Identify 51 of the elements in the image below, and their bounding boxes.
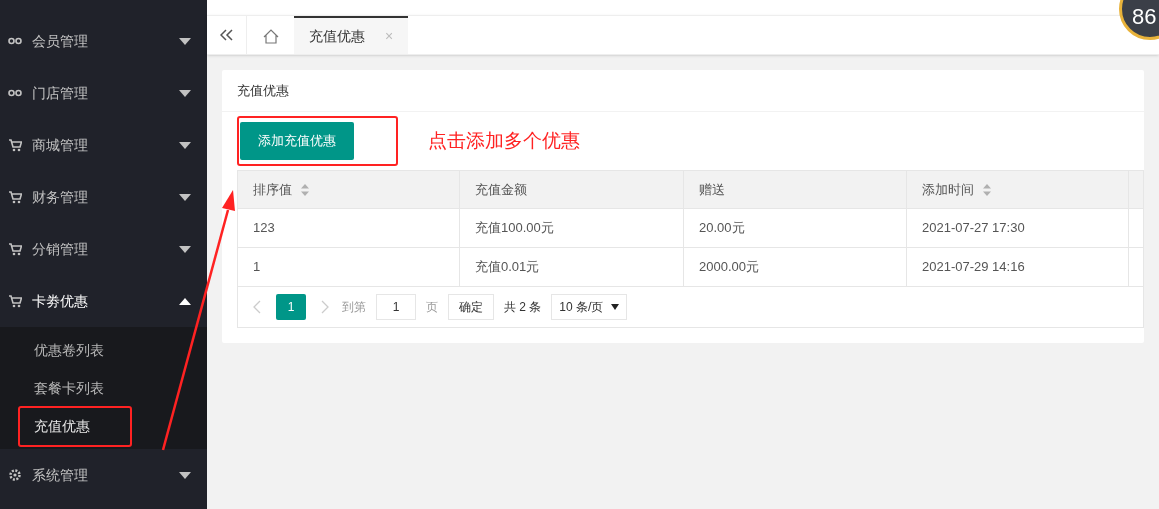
- sidebar-menu-item[interactable]: 商城管理: [0, 119, 207, 171]
- cart-icon: [8, 242, 22, 256]
- table-cell-text: 1: [253, 258, 261, 277]
- column-header[interactable]: 添加时间: [907, 171, 1129, 208]
- double-chevron-icon: [219, 29, 234, 41]
- sort-icon[interactable]: [982, 183, 992, 196]
- page-unit-label: 页: [426, 299, 438, 316]
- table-cell-text: 充值100.00元: [475, 219, 554, 238]
- caret-icon: [179, 37, 191, 45]
- confirm-button[interactable]: 确定: [448, 294, 494, 320]
- table-cell-text: 20.00元: [699, 219, 745, 238]
- caret-icon: [179, 89, 191, 97]
- table-cell-text: 123: [253, 219, 275, 238]
- add-button[interactable]: 添加充值优惠: [240, 122, 354, 160]
- sidebar-menu-item[interactable]: 财务管理: [0, 171, 207, 223]
- sidebar-menu-item[interactable]: 分销管理: [0, 223, 207, 275]
- total-count: 共 2 条: [504, 299, 542, 316]
- dropdown-caret-icon: [611, 304, 620, 310]
- caret-icon: [179, 471, 191, 479]
- home-icon: [262, 28, 279, 44]
- link-icon: [8, 37, 22, 45]
- sidebar-menu-item[interactable]: 卡劵优惠: [0, 275, 207, 327]
- sort-icon[interactable]: [300, 183, 310, 196]
- column-header: 赠送: [684, 171, 907, 208]
- sidebar-menu-item[interactable]: 门店管理: [0, 67, 207, 119]
- table-cell-text: 充值0.01元: [475, 258, 540, 277]
- caret-icon: [179, 141, 191, 149]
- column-header: 充值金额: [460, 171, 684, 208]
- page-input[interactable]: 1: [376, 294, 416, 320]
- card-title: 充值优惠: [237, 81, 289, 100]
- cart-icon: [8, 190, 22, 204]
- submenu-item[interactable]: 充值优惠: [18, 405, 132, 447]
- sidebar-menu-item[interactable]: 系统管理: [0, 449, 207, 501]
- column-header[interactable]: 排序值: [238, 171, 460, 208]
- caret-icon: [179, 297, 191, 305]
- home-tab[interactable]: [247, 16, 294, 54]
- page-number-button[interactable]: 1: [276, 294, 306, 320]
- table-cell-text: 2021-07-27 17:30: [922, 219, 1025, 238]
- link-icon: [8, 89, 22, 97]
- goto-label: 到第: [342, 299, 366, 316]
- annotation-text: 点击添加多个优惠: [428, 128, 580, 153]
- table-cell-text: 2000.00元: [699, 258, 759, 277]
- cart-icon: [8, 138, 22, 152]
- caret-icon: [179, 245, 191, 253]
- gear-icon: [8, 468, 22, 482]
- table-cell-text: 2021-07-29 14:16: [922, 258, 1025, 277]
- cart-icon: [8, 294, 22, 308]
- page-tab[interactable]: 充值优惠 ×: [294, 16, 409, 54]
- caret-icon: [179, 193, 191, 201]
- page-size-select[interactable]: 10 条/页: [551, 294, 628, 320]
- sidebar-menu-item[interactable]: 会员管理: [0, 15, 207, 67]
